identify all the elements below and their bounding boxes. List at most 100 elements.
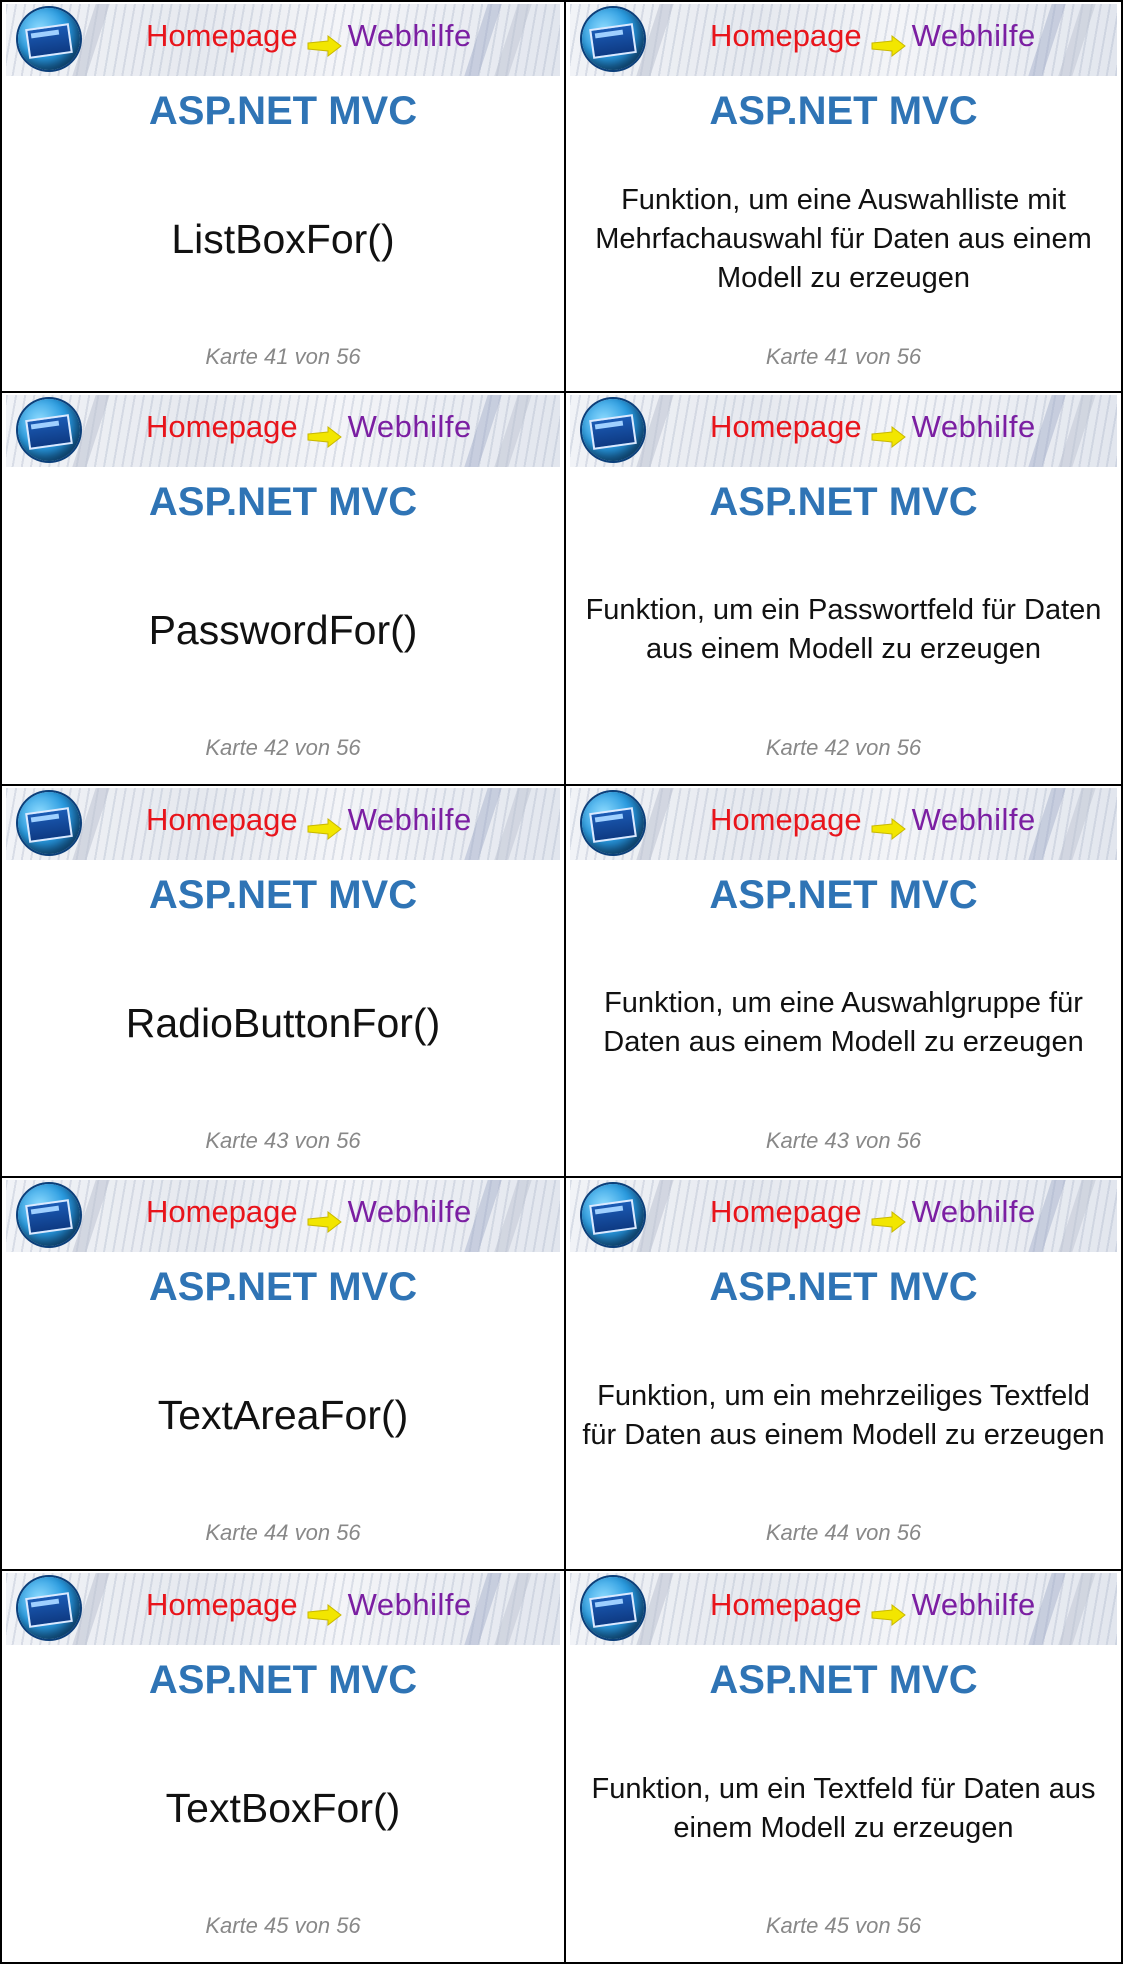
flashcard-back: Homepage Webhilfe ASP.NET MVC Funktion, um… xyxy=(566,392,1123,786)
globe-logo-icon xyxy=(18,1184,80,1247)
logo-wordmark: Homepage Webhilfe xyxy=(146,407,472,448)
logo-homepage-text: Homepage xyxy=(146,801,298,837)
logo-webhilfe-text: Webhilfe xyxy=(347,1587,472,1623)
homepage-webhilfe-banner: Homepage Webhilfe xyxy=(570,787,1117,860)
arrow-icon xyxy=(870,27,906,57)
globe-logo-icon xyxy=(18,791,80,854)
homepage-webhilfe-banner: Homepage Webhilfe xyxy=(6,787,560,860)
card-term: TextAreaFor() xyxy=(157,1392,409,1439)
logo-wordmark: Homepage Webhilfe xyxy=(146,800,472,841)
logo-webhilfe-text: Webhilfe xyxy=(347,18,472,53)
globe-logo-icon xyxy=(18,1577,80,1640)
logo-wordmark: Homepage Webhilfe xyxy=(710,16,1036,57)
logo-webhilfe-text: Webhilfe xyxy=(347,408,472,444)
card-definition: Funktion, um eine Auswahlgruppe für Date… xyxy=(603,987,1084,1059)
globe-logo-icon xyxy=(582,398,644,461)
flashcard-back: Homepage Webhilfe ASP.NET MVC Funktion, um… xyxy=(566,1178,1123,1572)
globe-logo-icon xyxy=(18,398,80,461)
logo-wordmark: Homepage Webhilfe xyxy=(146,1192,472,1234)
card-term: TextBoxFor() xyxy=(165,1785,401,1832)
card-subject-title: ASP.NET MVC xyxy=(148,1265,418,1310)
flashcard-back: Homepage Webhilfe ASP.NET MVC Funktion, um… xyxy=(566,0,1123,393)
card-subject-title: ASP.NET MVC xyxy=(709,1265,978,1310)
logo-homepage-text: Homepage xyxy=(146,408,298,444)
banner-decoration xyxy=(1058,4,1096,76)
arrow-icon xyxy=(306,1596,342,1627)
banner-decoration xyxy=(494,4,532,76)
card-number-footer: Karte 43 von 56 xyxy=(205,1127,361,1153)
arrow-icon xyxy=(306,1203,342,1234)
card-subject-title: ASP.NET MVC xyxy=(148,479,418,524)
card-number-footer: Karte 42 von 56 xyxy=(205,734,361,760)
card-definition: Funktion, um eine Auswahlliste mit Mehrf… xyxy=(595,184,1092,294)
banner-decoration xyxy=(494,787,532,860)
logo-homepage-text: Homepage xyxy=(146,1587,298,1623)
homepage-webhilfe-banner: Homepage Webhilfe xyxy=(6,4,560,76)
arrow-icon xyxy=(306,418,342,448)
logo-webhilfe-text: Webhilfe xyxy=(911,408,1036,444)
card-definition: Funktion, um ein Textfeld für Daten aus … xyxy=(591,1772,1096,1844)
flashcard-back: Homepage Webhilfe ASP.NET MVC Funktion, um… xyxy=(566,1571,1123,1964)
card-definition: Funktion, um ein Passwortfeld für Daten … xyxy=(585,594,1102,666)
banner-decoration xyxy=(1058,1180,1096,1253)
card-term: ListBoxFor() xyxy=(171,216,395,262)
card-subject-title: ASP.NET MVC xyxy=(709,872,978,917)
flashcard-front: Homepage Webhilfe ASP.NET MVC TextBoxFor()… xyxy=(0,1571,566,1964)
arrow-icon xyxy=(306,27,342,57)
flashcard-sheet: Homepage Webhilfe ASP.NET MVC ListBoxFor()… xyxy=(0,0,1123,1964)
card-term: RadioButtonFor() xyxy=(125,999,441,1046)
homepage-webhilfe-banner: Homepage Webhilfe xyxy=(6,394,560,467)
banner-decoration xyxy=(1058,1573,1096,1646)
logo-homepage-text: Homepage xyxy=(710,1194,862,1230)
card-number-footer: Karte 44 von 56 xyxy=(765,1520,922,1546)
banner-decoration xyxy=(494,1180,532,1253)
card-number-footer: Karte 44 von 56 xyxy=(205,1520,361,1546)
flashcard-front: Homepage Webhilfe ASP.NET MVC PasswordFor(… xyxy=(0,392,566,786)
card-number-footer: Karte 45 von 56 xyxy=(205,1913,361,1939)
homepage-webhilfe-banner: Homepage Webhilfe xyxy=(570,4,1117,76)
logo-webhilfe-text: Webhilfe xyxy=(347,801,472,837)
globe-logo-icon xyxy=(582,1184,644,1247)
logo-homepage-text: Homepage xyxy=(710,408,862,444)
logo-wordmark: Homepage Webhilfe xyxy=(710,800,1036,841)
logo-webhilfe-text: Webhilfe xyxy=(911,801,1036,837)
logo-webhilfe-text: Webhilfe xyxy=(911,18,1036,53)
arrow-icon xyxy=(870,418,906,448)
card-subject-title: ASP.NET MVC xyxy=(709,89,978,133)
arrow-icon xyxy=(870,1596,906,1627)
logo-homepage-text: Homepage xyxy=(146,18,298,53)
card-subject-title: ASP.NET MVC xyxy=(709,1658,978,1703)
logo-homepage-text: Homepage xyxy=(710,1587,862,1623)
card-subject-title: ASP.NET MVC xyxy=(148,89,418,133)
card-term: PasswordFor() xyxy=(148,606,418,653)
globe-logo-icon xyxy=(582,1577,644,1640)
card-number-footer: Karte 42 von 56 xyxy=(765,734,922,760)
logo-homepage-text: Homepage xyxy=(710,18,862,53)
logo-wordmark: Homepage Webhilfe xyxy=(710,1192,1036,1234)
banner-decoration xyxy=(494,1573,532,1646)
logo-webhilfe-text: Webhilfe xyxy=(911,1194,1036,1230)
globe-logo-icon xyxy=(582,8,644,70)
flashcard-back: Homepage Webhilfe ASP.NET MVC Funktion, um… xyxy=(566,785,1123,1179)
logo-webhilfe-text: Webhilfe xyxy=(347,1194,472,1230)
logo-homepage-text: Homepage xyxy=(146,1194,298,1230)
card-number-footer: Karte 41 von 56 xyxy=(765,344,922,369)
logo-homepage-text: Homepage xyxy=(710,801,862,837)
logo-wordmark: Homepage Webhilfe xyxy=(710,407,1036,448)
card-number-footer: Karte 45 von 56 xyxy=(765,1913,922,1939)
card-definition: Funktion, um ein mehrzeiliges Textfeld f… xyxy=(582,1379,1105,1451)
banner-decoration xyxy=(1058,787,1096,860)
flashcard-front: Homepage Webhilfe ASP.NET MVC ListBoxFor()… xyxy=(0,0,566,393)
card-number-footer: Karte 41 von 56 xyxy=(205,344,361,369)
flashcard-front: Homepage Webhilfe ASP.NET MVC TextAreaFor(… xyxy=(0,1178,566,1572)
banner-decoration xyxy=(1058,394,1096,467)
card-grid: Homepage Webhilfe ASP.NET MVC ListBoxFor()… xyxy=(0,0,1123,1964)
logo-wordmark: Homepage Webhilfe xyxy=(146,16,472,57)
flashcard-front: Homepage Webhilfe ASP.NET MVC RadioButtonF… xyxy=(0,785,566,1179)
globe-logo-icon xyxy=(18,8,80,70)
logo-wordmark: Homepage Webhilfe xyxy=(710,1585,1036,1627)
homepage-webhilfe-banner: Homepage Webhilfe xyxy=(570,394,1117,467)
banner-decoration xyxy=(494,394,532,467)
card-subject-title: ASP.NET MVC xyxy=(709,479,978,524)
card-subject-title: ASP.NET MVC xyxy=(148,1658,418,1703)
